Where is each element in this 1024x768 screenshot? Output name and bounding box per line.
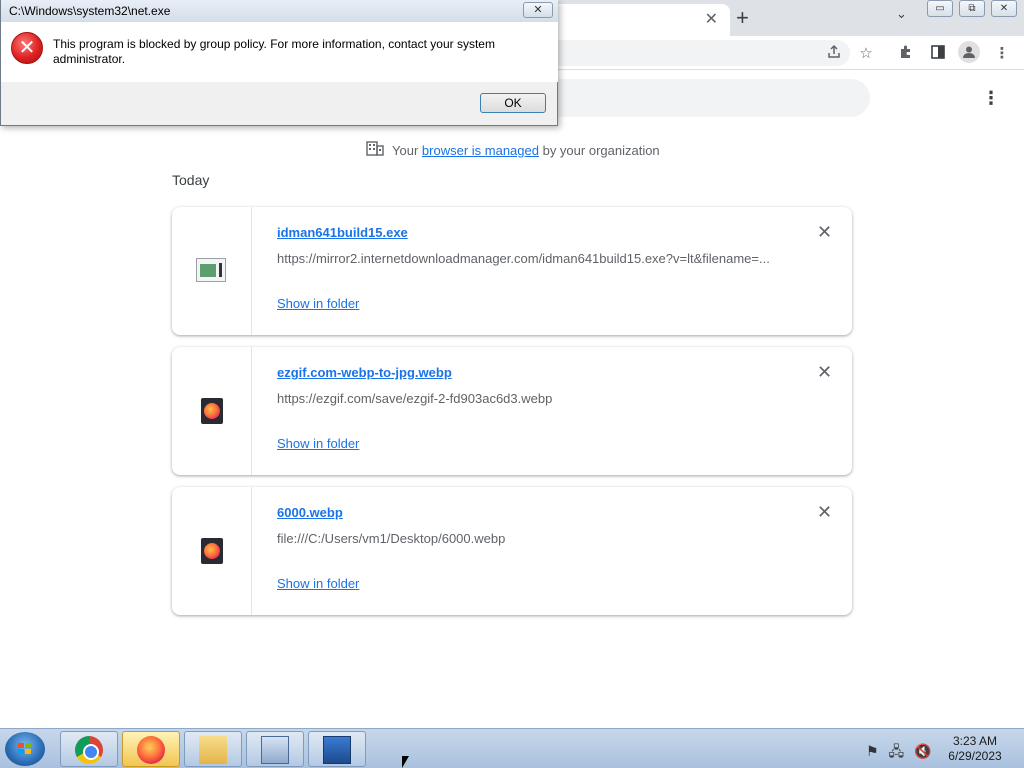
dialog-title-bar[interactable]: C:\Windows\system32\net.exe ✕ <box>1 0 558 22</box>
kebab-menu-icon[interactable]: ⋮ <box>992 44 1012 62</box>
error-icon: ✕ <box>11 32 43 64</box>
exe-icon <box>196 258 226 282</box>
ok-button[interactable]: OK <box>480 93 546 113</box>
dialog-message: This program is blocked by group policy.… <box>53 37 495 66</box>
managed-link[interactable]: browser is managed <box>422 143 539 158</box>
taskbar-firefox[interactable] <box>122 731 180 767</box>
show-in-folder-link[interactable]: Show in folder <box>277 296 359 311</box>
installer-icon <box>323 736 351 764</box>
firefox-file-icon <box>201 538 223 564</box>
taskbar-clock[interactable]: 3:23 AM 6/29/2023 <box>944 734 1006 764</box>
download-item: ezgif.com-webp-to-jpg.webp https://ezgif… <box>172 347 852 475</box>
network-icon[interactable]: 🖧 <box>888 743 904 759</box>
download-url: https://mirror2.internetdownloadmanager.… <box>277 251 770 266</box>
download-filename[interactable]: ezgif.com-webp-to-jpg.webp <box>277 365 452 380</box>
clock-time: 3:23 AM <box>952 734 998 748</box>
section-heading-today: Today <box>172 172 210 188</box>
managed-prefix: Your <box>392 143 419 158</box>
dialog-body: ✕ This program is blocked by group polic… <box>1 22 558 82</box>
show-in-folder-link[interactable]: Show in folder <box>277 576 359 591</box>
file-icon-column <box>172 207 252 335</box>
managed-suffix: by your organization <box>542 143 660 158</box>
download-filename[interactable]: 6000.webp <box>277 505 343 520</box>
file-icon-column <box>172 347 252 475</box>
download-filename[interactable]: idman641build15.exe <box>277 225 408 240</box>
puzzle-icon[interactable] <box>896 44 916 64</box>
dialog-title: C:\Windows\system32\net.exe <box>9 4 171 18</box>
tab-close-icon[interactable]: ✕ <box>705 9 718 29</box>
taskbar-keyboard-app[interactable] <box>246 731 304 767</box>
close-window-button[interactable]: ✕ <box>991 0 1017 17</box>
windows-logo-icon <box>18 743 32 755</box>
folder-icon <box>199 736 227 764</box>
remove-download-icon[interactable]: ✕ <box>817 502 832 523</box>
show-in-folder-link[interactable]: Show in folder <box>277 436 359 451</box>
tab-search-icon[interactable]: ⌄ <box>896 6 907 22</box>
action-center-icon[interactable]: ⚑ <box>866 743 879 759</box>
error-dialog: C:\Windows\system32\net.exe ✕ ✕ This pro… <box>0 0 558 126</box>
system-tray: ⚑ 🖧 🔇 <box>866 741 937 765</box>
taskbar: ⚑ 🖧 🔇 3:23 AM 6/29/2023 <box>0 728 1024 768</box>
building-icon <box>366 140 384 161</box>
side-panel-icon[interactable] <box>928 44 948 64</box>
star-icon[interactable]: ☆ <box>856 44 876 62</box>
download-item: idman641build15.exe https://mirror2.inte… <box>172 207 852 335</box>
screen: oads ✕ + ⌄ ▭ ⧉ ✕ ☆ ⋮ ⋮ <box>0 0 1024 768</box>
window-controls: ▭ ⧉ ✕ <box>927 0 1023 18</box>
download-item: 6000.webp file:///C:/Users/vm1/Desktop/6… <box>172 487 852 615</box>
downloads-menu-icon[interactable]: ⋮ <box>982 88 1000 109</box>
clock-date: 6/29/2023 <box>948 749 1002 763</box>
taskbar-chrome[interactable] <box>60 731 118 767</box>
file-icon-column <box>172 487 252 615</box>
keyboard-icon <box>261 736 289 764</box>
chrome-icon <box>75 736 103 764</box>
download-url: https://ezgif.com/save/ezgif-2-fd903ac6d… <box>277 391 553 406</box>
managed-notice: Your browser is managed by your organiza… <box>366 140 660 161</box>
volume-muted-icon[interactable]: 🔇 <box>914 743 931 759</box>
new-tab-button[interactable]: + <box>736 5 749 31</box>
remove-download-icon[interactable]: ✕ <box>817 222 832 243</box>
start-button[interactable] <box>5 732 45 766</box>
firefox-icon <box>137 736 165 764</box>
profile-icon[interactable] <box>958 41 980 63</box>
remove-download-icon[interactable]: ✕ <box>817 362 832 383</box>
share-icon[interactable] <box>824 44 844 64</box>
firefox-file-icon <box>201 398 223 424</box>
mouse-cursor <box>402 756 409 768</box>
minimize-button[interactable]: ▭ <box>927 0 953 17</box>
dialog-close-button[interactable]: ✕ <box>523 2 553 18</box>
download-url: file:///C:/Users/vm1/Desktop/6000.webp <box>277 531 506 546</box>
taskbar-installer-app[interactable] <box>308 731 366 767</box>
restore-button[interactable]: ⧉ <box>959 0 985 17</box>
taskbar-file-explorer[interactable] <box>184 731 242 767</box>
